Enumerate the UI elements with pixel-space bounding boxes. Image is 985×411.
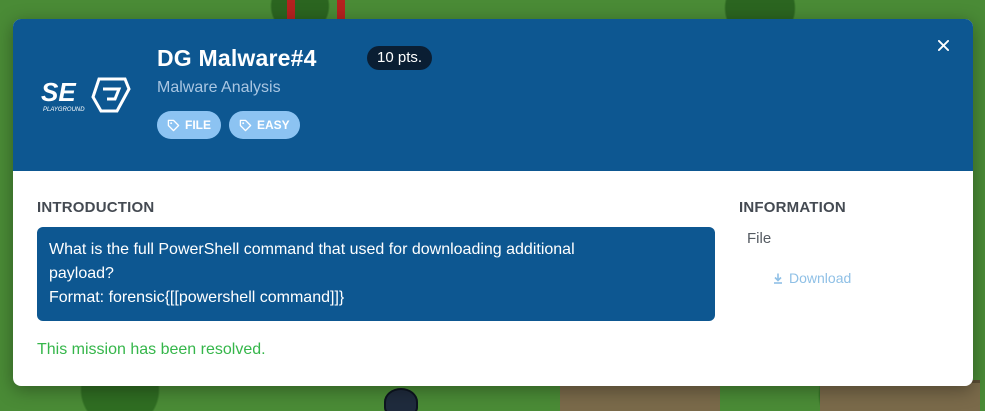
download-link[interactable]: Download (773, 270, 851, 286)
tag-list: FILE EASY (157, 111, 300, 139)
svg-text:PLAYGROUND: PLAYGROUND (43, 107, 85, 113)
introduction-heading: INTRODUCTION (37, 199, 155, 216)
tag-label: FILE (185, 118, 211, 132)
map-pole (287, 0, 295, 20)
map-pole (337, 0, 345, 20)
introduction-text-box: What is the full PowerShell command that… (37, 227, 715, 321)
challenge-category: Malware Analysis (157, 79, 281, 96)
seg-playground-logo: SE PLAYGROUND (39, 75, 131, 115)
tag-easy: EASY (229, 111, 300, 139)
svg-text:SE: SE (41, 77, 76, 107)
introduction-line: payload? (49, 265, 114, 282)
close-icon[interactable] (935, 37, 951, 53)
tag-label: EASY (257, 118, 290, 132)
modal-header: SE PLAYGROUND DG Malware#4 10 pts. Malwa… (13, 19, 973, 171)
points-badge: 10 pts. (367, 46, 433, 70)
download-icon (774, 273, 782, 284)
resolved-status-message: This mission has been resolved. (37, 341, 266, 358)
challenge-modal: SE PLAYGROUND DG Malware#4 10 pts. Malwa… (13, 19, 973, 386)
tag-file: FILE (157, 111, 221, 139)
tag-icon (239, 119, 252, 131)
tag-icon (167, 119, 180, 131)
download-label: Download (789, 270, 852, 286)
information-heading: INFORMATION (739, 199, 846, 216)
introduction-line: Format: forensic{[[powershell command]]} (49, 289, 345, 306)
introduction-line: What is the full PowerShell command that… (49, 241, 575, 258)
file-label: File (747, 230, 772, 247)
modal-body: INTRODUCTION What is the full PowerShell… (13, 171, 973, 386)
challenge-title: DG Malware#4 (157, 45, 317, 71)
player-avatar-sprite (384, 388, 418, 411)
